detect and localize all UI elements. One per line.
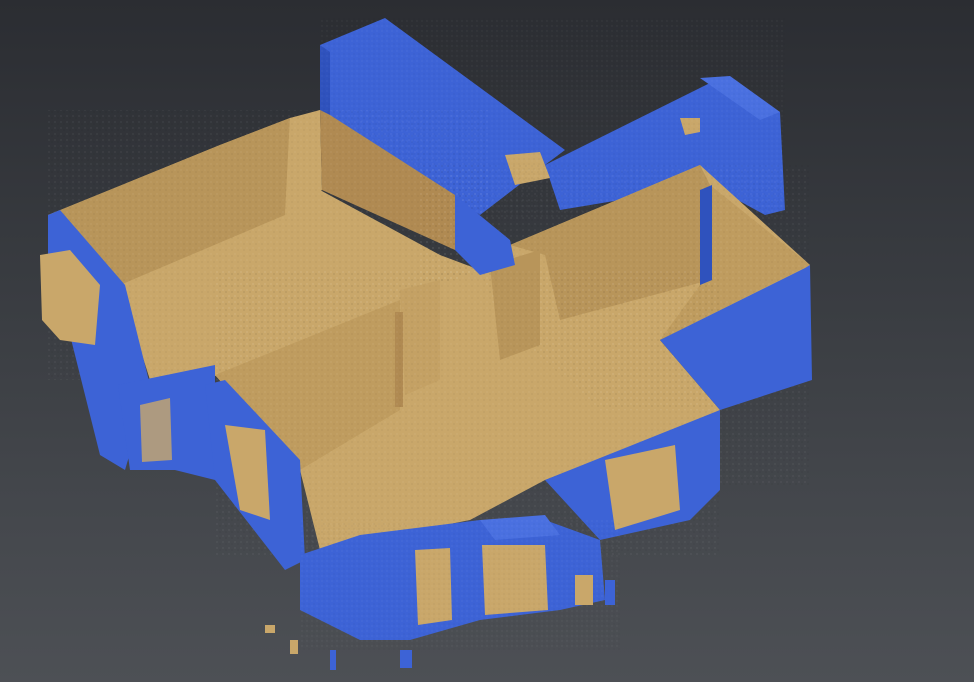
3d-viewport[interactable] <box>0 0 974 682</box>
point-cloud-render[interactable] <box>0 0 974 682</box>
